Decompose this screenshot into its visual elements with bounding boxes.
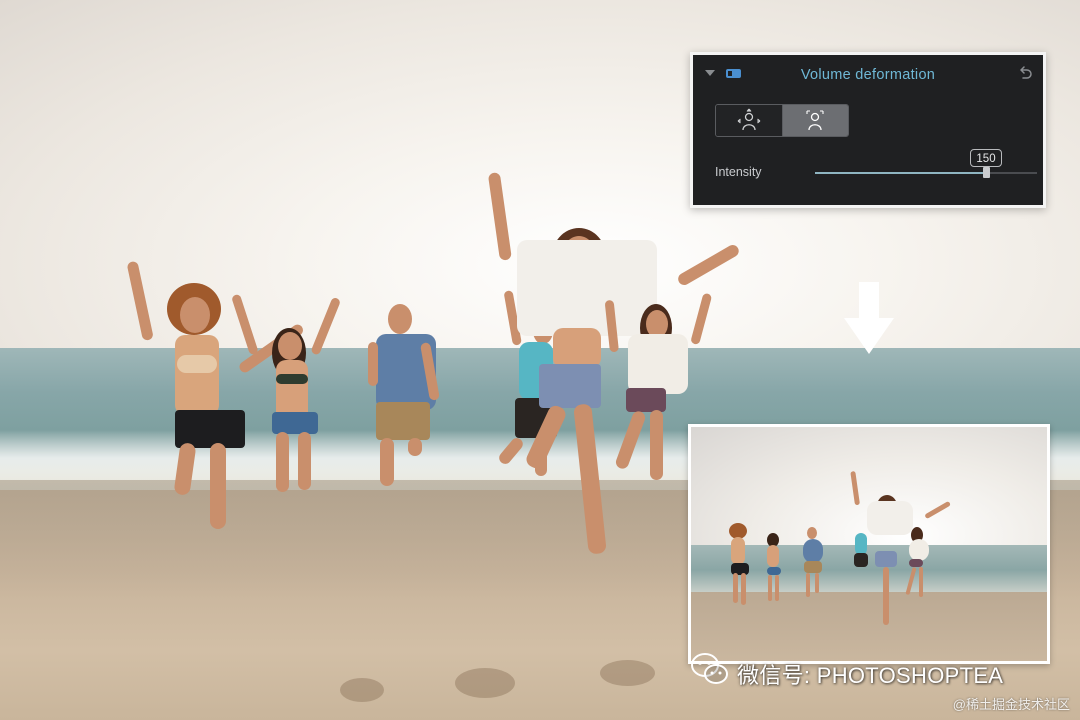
site-watermark: @稀土掘金技术社区 (952, 697, 1070, 712)
footprint (455, 668, 515, 698)
intensity-value[interactable]: 150 (970, 149, 1002, 167)
expand-mode-button[interactable] (716, 105, 783, 136)
intensity-slider-thumb[interactable] (983, 167, 990, 178)
person (761, 527, 787, 607)
person (368, 302, 448, 492)
intensity-label: Intensity (715, 165, 762, 179)
intensity-slider[interactable] (815, 167, 1037, 178)
volume-shrink-icon (806, 109, 824, 130)
panel-header: Volume deformation (693, 55, 1043, 95)
reset-icon[interactable] (1017, 66, 1033, 82)
mode-toggle-group (715, 104, 849, 137)
volume-expand-icon (737, 108, 761, 130)
person (799, 525, 827, 603)
footprint (600, 660, 655, 686)
down-arrow-icon (844, 282, 894, 354)
wechat-icon (691, 653, 728, 684)
footprint (340, 678, 384, 702)
person (231, 292, 342, 502)
person (903, 523, 937, 603)
person (721, 515, 761, 615)
person (851, 523, 873, 593)
shrink-mode-button[interactable] (782, 105, 848, 136)
intensity-slider-fill (815, 172, 986, 174)
result-thumbnail (688, 424, 1050, 664)
wechat-watermark: 微信号: PHOTOSHOPTEA (737, 663, 1004, 688)
panel-title: Volume deformation (800, 67, 936, 83)
volume-deformation-panel: Volume deformation Intensity 150 (690, 52, 1046, 208)
